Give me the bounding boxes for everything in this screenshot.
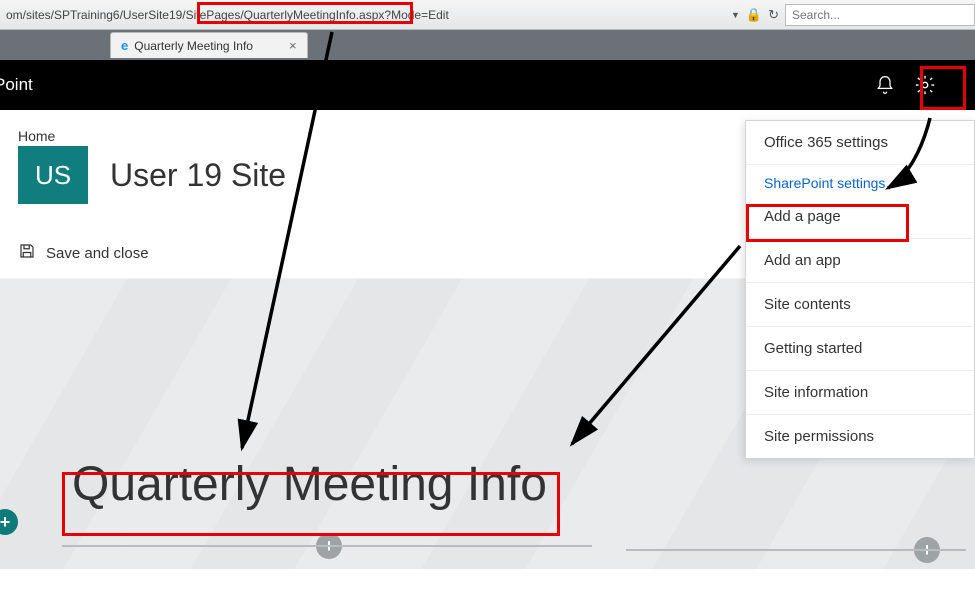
settings-item-site-contents[interactable]: Site contents	[746, 283, 974, 327]
lock-icon: 🔒	[746, 7, 762, 23]
settings-menu: Office 365 settings SharePoint settings …	[745, 120, 975, 459]
save-icon[interactable]	[18, 242, 36, 264]
refresh-icon[interactable]: ↻	[768, 7, 779, 23]
settings-item-add-page[interactable]: Add a page	[746, 195, 974, 239]
page-title-input[interactable]: Quarterly Meeting Info	[72, 457, 547, 512]
dropdown-icon[interactable]: ▼	[731, 10, 740, 20]
notification-icon[interactable]	[865, 75, 905, 95]
suite-bar: Point	[0, 60, 975, 110]
url-text[interactable]: om/sites/SPTraining6/UserSite19/SitePage…	[0, 8, 455, 22]
save-and-close-button[interactable]: Save and close	[46, 245, 149, 262]
settings-item-office365[interactable]: Office 365 settings	[746, 121, 974, 165]
browser-tab-strip: e Quarterly Meeting Info ×	[0, 30, 975, 60]
browser-tab[interactable]: e Quarterly Meeting Info ×	[110, 32, 308, 58]
settings-item-add-app[interactable]: Add an app	[746, 239, 974, 283]
app-name: Point	[0, 75, 33, 95]
browser-address-bar: om/sites/SPTraining6/UserSite19/SitePage…	[0, 0, 975, 30]
settings-section-header: SharePoint settings	[746, 165, 974, 195]
section-divider	[626, 549, 966, 551]
close-tab-icon[interactable]: ×	[289, 38, 297, 53]
site-title: User 19 Site	[110, 157, 286, 194]
ie-icon: e	[121, 38, 128, 53]
gear-icon[interactable]	[905, 74, 945, 96]
tab-title: Quarterly Meeting Info	[134, 39, 253, 53]
settings-item-site-information[interactable]: Site information	[746, 371, 974, 415]
settings-item-site-permissions[interactable]: Site permissions	[746, 415, 974, 458]
site-logo[interactable]: US	[18, 146, 88, 204]
section-divider	[62, 545, 592, 547]
browser-search-input[interactable]	[785, 4, 975, 26]
settings-item-getting-started[interactable]: Getting started	[746, 327, 974, 371]
